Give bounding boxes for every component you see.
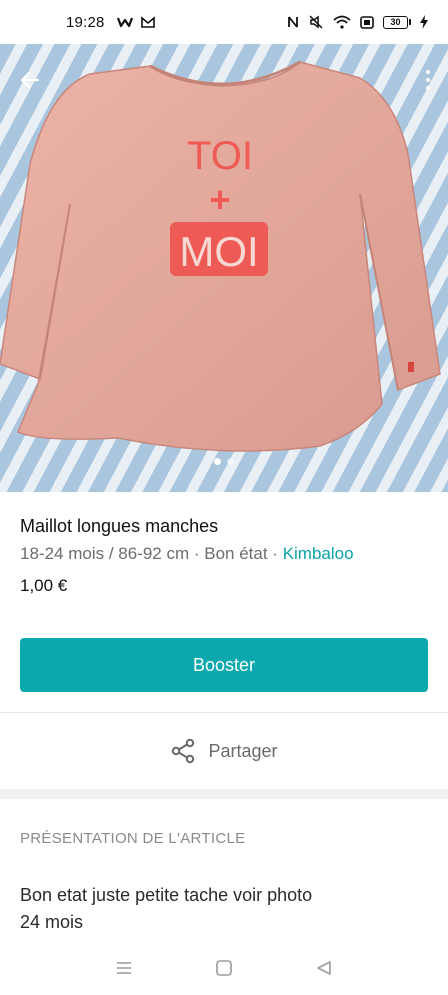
charging-icon bbox=[420, 15, 428, 29]
more-options-button[interactable] bbox=[422, 64, 434, 96]
pager-dot-active bbox=[214, 458, 221, 465]
print-line3: MOI bbox=[179, 228, 258, 275]
status-time: 19:28 bbox=[66, 13, 105, 31]
status-bar: 19:28 30 bbox=[0, 0, 448, 44]
print-line2: + bbox=[209, 179, 230, 220]
section-separator bbox=[0, 789, 448, 799]
item-title: Maillot longues manches bbox=[20, 516, 219, 536]
presentation-heading: PRÉSENTATION DE L'ARTICLE bbox=[20, 830, 246, 847]
pager-dot bbox=[227, 458, 234, 465]
wifi-icon bbox=[333, 15, 351, 29]
item-price: 1,00 € bbox=[20, 576, 68, 595]
share-button[interactable]: Partager bbox=[0, 713, 448, 789]
battery-icon: 30 bbox=[383, 15, 411, 29]
back-triangle-icon[interactable] bbox=[315, 959, 333, 977]
nfc-icon bbox=[288, 16, 298, 28]
battery-level: 30 bbox=[383, 15, 408, 29]
item-brand-link[interactable]: Kimbaloo bbox=[283, 544, 354, 563]
print-line1: TOI bbox=[187, 134, 253, 178]
mute-icon bbox=[309, 15, 323, 29]
item-description: Bon etat juste petite tache voir photo 2… bbox=[20, 885, 313, 932]
back-button[interactable] bbox=[14, 64, 46, 96]
item-condition: Bon état bbox=[204, 544, 268, 563]
home-square-icon[interactable] bbox=[215, 959, 233, 977]
menu-icon[interactable] bbox=[115, 960, 133, 976]
share-label: Partager bbox=[208, 740, 278, 761]
w-app-icon bbox=[116, 17, 133, 28]
item-size: 18-24 mois / 86-92 cm bbox=[20, 544, 190, 563]
screen-icon bbox=[360, 15, 374, 29]
system-nav-bar bbox=[0, 940, 448, 995]
mail-icon bbox=[140, 16, 155, 28]
item-photo-carousel[interactable]: TOI + MOI bbox=[0, 44, 448, 492]
boost-button[interactable]: Booster bbox=[20, 638, 428, 692]
arrow-left-icon bbox=[20, 71, 40, 89]
carousel-pager bbox=[0, 458, 448, 465]
tshirt-photo: TOI + MOI bbox=[0, 60, 441, 452]
item-subtitle: 18-24 mois / 86-92 cm · Bon état · Kimba… bbox=[20, 544, 354, 563]
share-icon bbox=[172, 738, 195, 764]
